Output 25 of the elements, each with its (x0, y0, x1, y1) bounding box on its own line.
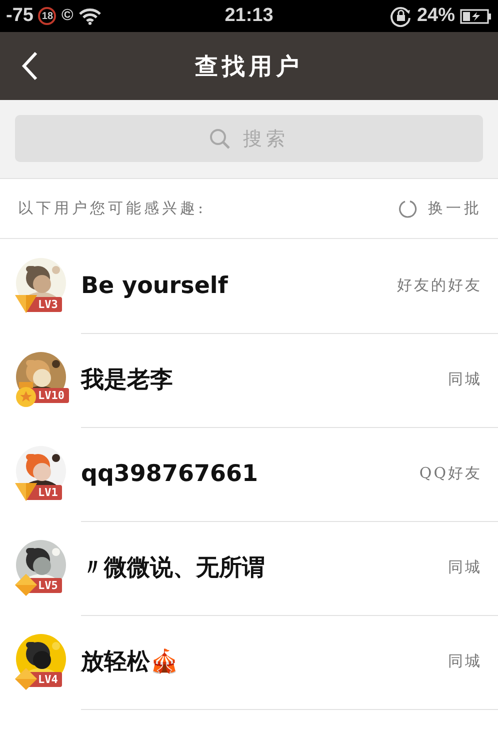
user-name: 我是老李 (81, 366, 173, 395)
user-name: Be yourself (81, 272, 228, 298)
page-title: 查找用户 (195, 52, 303, 82)
refresh-button[interactable]: 换一批 (398, 198, 482, 218)
status-symbol: © (61, 7, 74, 25)
search-placeholder: 搜索 (243, 126, 289, 152)
battery-icon (460, 8, 492, 24)
medal-icon (15, 382, 37, 408)
signal-strength: -75 (6, 5, 34, 27)
user-name: 放轻松🎪 (81, 648, 179, 677)
user-name: 〃微微说、无所谓 (81, 554, 265, 583)
clock-time: 21:13 (224, 5, 274, 27)
relation-tag: QQ好友 (419, 464, 482, 483)
relation-tag: 同城 (448, 652, 482, 671)
rotation-lock-icon (390, 5, 412, 27)
relation-tag: 同城 (448, 558, 482, 577)
relation-tag: 同城 (448, 370, 482, 389)
refresh-icon (398, 198, 418, 218)
user-name: qq398767661 (81, 460, 258, 486)
age-rating-badge: 18 (38, 7, 56, 25)
battery-percent: 24% (416, 5, 456, 27)
search-icon (209, 128, 231, 150)
relation-tag: 好友的好友 (397, 276, 482, 295)
section-hint: 以下用户您可能感兴趣: (18, 199, 206, 218)
wifi-icon (78, 7, 102, 25)
